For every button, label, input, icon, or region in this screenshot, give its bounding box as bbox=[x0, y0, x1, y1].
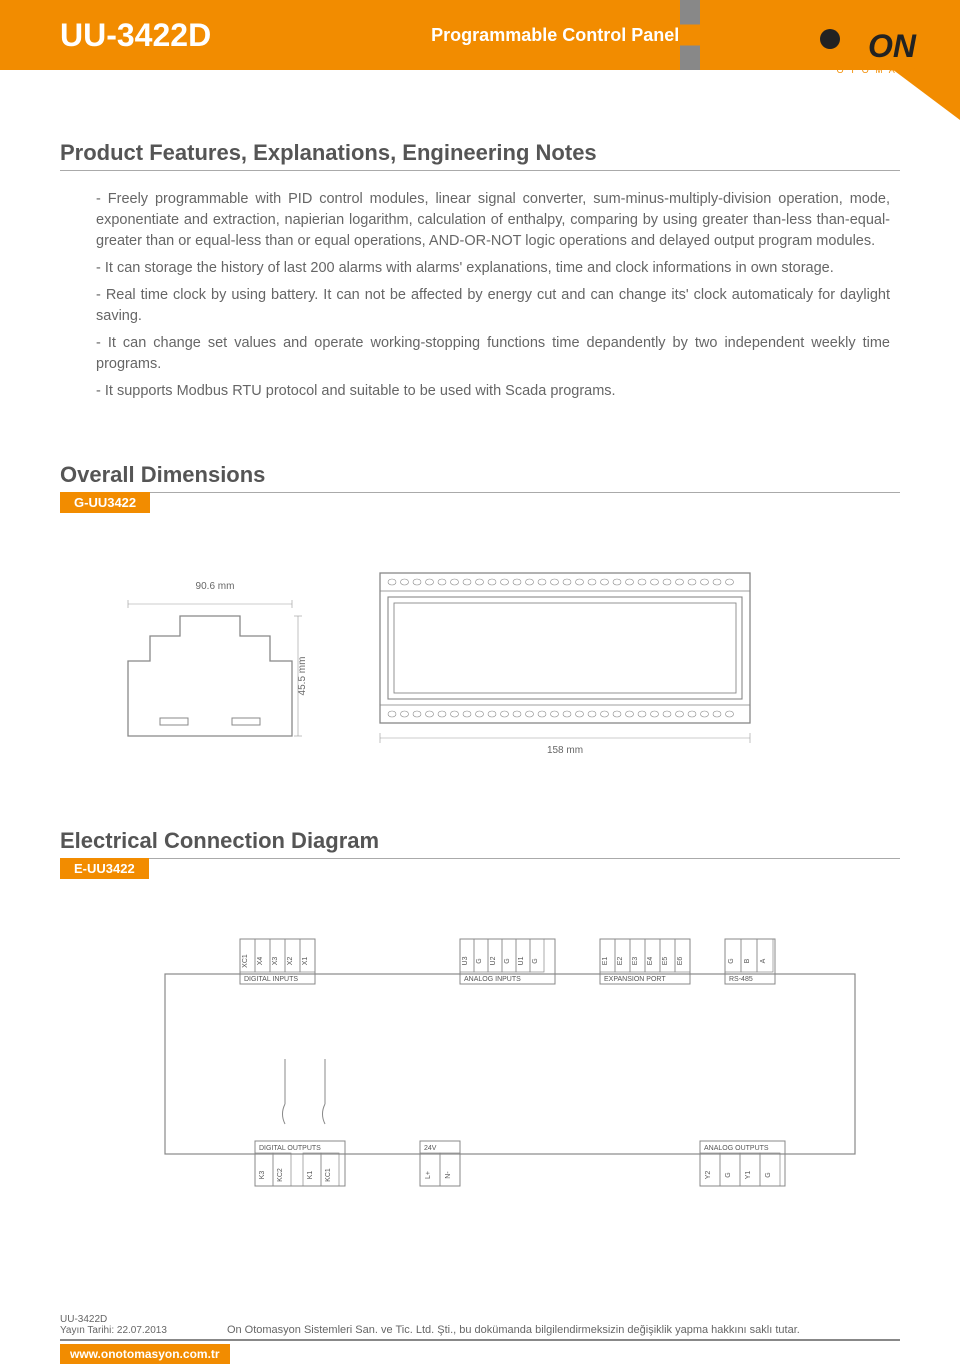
features-title: Product Features, Explanations, Engineer… bbox=[60, 140, 900, 171]
svg-text:K1: K1 bbox=[307, 1171, 314, 1180]
svg-text:RS-485: RS-485 bbox=[729, 976, 753, 983]
product-code: UU-3422D bbox=[60, 17, 211, 54]
feature-item: - It can storage the history of last 200… bbox=[96, 258, 890, 279]
svg-text:X4: X4 bbox=[257, 957, 264, 966]
brand-logo: ON O T O M A S Y O N bbox=[810, 15, 950, 90]
svg-text:G: G bbox=[765, 1172, 772, 1177]
svg-text:XC1: XC1 bbox=[242, 954, 249, 968]
connection-diagram: DIGITAL INPUTS XC1 X4 X3 X2 X1 ANALOG IN… bbox=[60, 929, 900, 1194]
svg-text:U2: U2 bbox=[490, 957, 497, 966]
svg-text:E6: E6 bbox=[677, 957, 684, 966]
svg-text:G: G bbox=[532, 958, 539, 963]
feature-item: - It can change set values and operate w… bbox=[96, 333, 890, 375]
svg-text:DIGITAL INPUTS: DIGITAL INPUTS bbox=[244, 976, 298, 983]
svg-text:Y2: Y2 bbox=[705, 1171, 712, 1180]
dim-width-label: 90.6 mm bbox=[120, 581, 310, 592]
front-view-icon: 158 mm bbox=[370, 563, 770, 763]
svg-text:KC1: KC1 bbox=[325, 1168, 332, 1182]
electrical-title: Electrical Connection Diagram bbox=[60, 828, 900, 859]
product-subtitle: Programmable Control Panel bbox=[431, 25, 679, 46]
svg-text:DIGITAL OUTPUTS: DIGITAL OUTPUTS bbox=[259, 1145, 321, 1152]
page-header: UU-3422D Programmable Control Panel ON O… bbox=[0, 0, 960, 100]
svg-text:X1: X1 bbox=[302, 957, 309, 966]
feature-item: - It supports Modbus RTU protocol and su… bbox=[96, 381, 890, 402]
svg-text:Y1: Y1 bbox=[745, 1171, 752, 1180]
svg-text:E3: E3 bbox=[632, 957, 639, 966]
svg-text:24V: 24V bbox=[424, 1145, 437, 1152]
svg-text:G: G bbox=[476, 958, 483, 963]
footer-date: Yayın Tarihi: 22.07.2013 bbox=[60, 1325, 167, 1336]
electrical-tag: E-UU3422 bbox=[60, 858, 149, 879]
svg-text:U1: U1 bbox=[518, 957, 525, 966]
svg-text:E2: E2 bbox=[617, 957, 624, 966]
svg-text:K3: K3 bbox=[259, 1171, 266, 1180]
svg-text:O T O M A S Y O N: O T O M A S Y O N bbox=[837, 65, 948, 75]
dimensions-title: Overall Dimensions bbox=[60, 462, 900, 493]
svg-text:X3: X3 bbox=[272, 957, 279, 966]
svg-text:G: G bbox=[725, 1172, 732, 1177]
svg-text:L+: L+ bbox=[425, 1171, 432, 1179]
side-view-icon: 45.5 mm bbox=[120, 596, 310, 746]
dimensions-drawing: 90.6 mm 45.5 mm bbox=[60, 563, 900, 768]
svg-text:EXPANSION PORT: EXPANSION PORT bbox=[604, 976, 666, 983]
svg-text:E1: E1 bbox=[602, 957, 609, 966]
feature-item: - Freely programmable with PID control m… bbox=[96, 189, 890, 252]
svg-text:E5: E5 bbox=[662, 957, 669, 966]
svg-text:45.5 mm: 45.5 mm bbox=[297, 656, 308, 695]
feature-item: - Real time clock by using battery. It c… bbox=[96, 285, 890, 327]
dimensions-tag: G-UU3422 bbox=[60, 492, 150, 513]
svg-text:ANALOG OUTPUTS: ANALOG OUTPUTS bbox=[704, 1145, 769, 1152]
footer-legal: On Otomasyon Sistemleri San. ve Tic. Ltd… bbox=[227, 1324, 900, 1336]
svg-text:ANALOG INPUTS: ANALOG INPUTS bbox=[464, 976, 521, 983]
svg-text:158 mm: 158 mm bbox=[547, 745, 583, 756]
svg-text:U3: U3 bbox=[462, 957, 469, 966]
svg-text:X2: X2 bbox=[287, 957, 294, 966]
svg-text:G: G bbox=[728, 958, 735, 963]
svg-text:ON: ON bbox=[868, 28, 917, 64]
svg-text:N-: N- bbox=[445, 1171, 452, 1179]
footer-code: UU-3422D bbox=[60, 1314, 167, 1325]
svg-text:G: G bbox=[504, 958, 511, 963]
footer-url: www.onotomasyon.com.tr bbox=[60, 1344, 230, 1364]
svg-text:E4: E4 bbox=[647, 957, 654, 966]
svg-text:KC2: KC2 bbox=[277, 1168, 284, 1182]
svg-text:A: A bbox=[760, 958, 767, 963]
svg-text:B: B bbox=[744, 958, 751, 963]
features-list: - Freely programmable with PID control m… bbox=[60, 189, 900, 402]
